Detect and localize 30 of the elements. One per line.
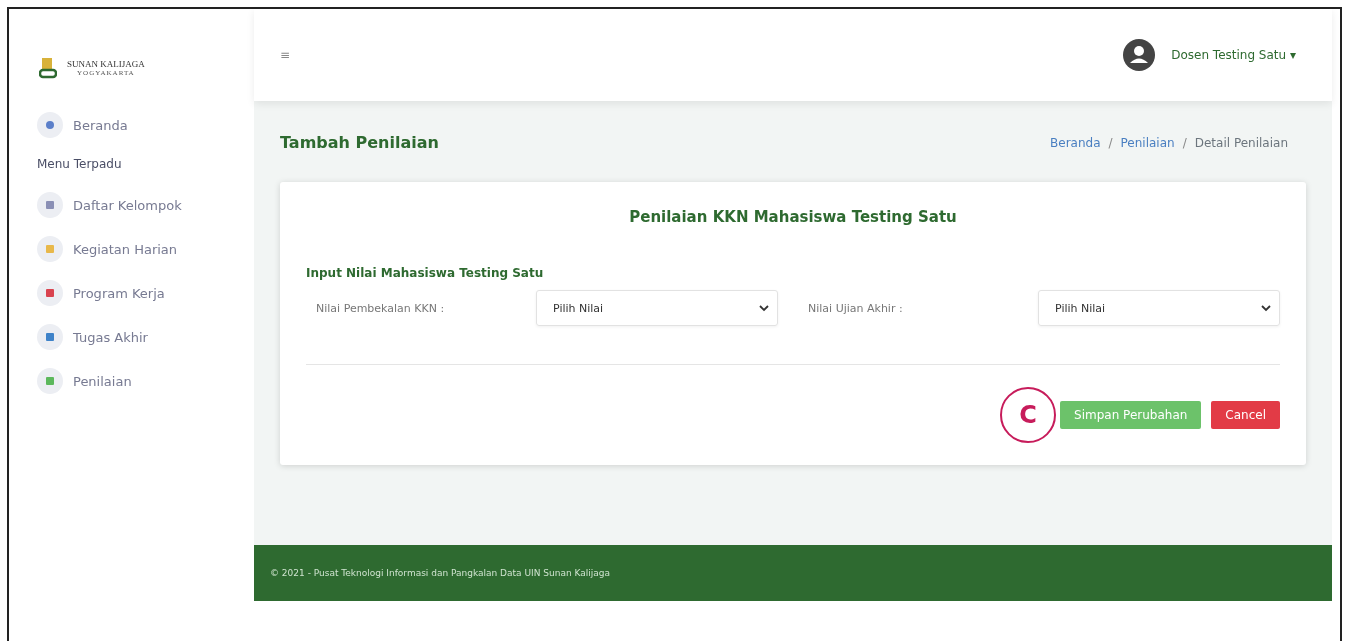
card-title: Penilaian KKN Mahasiswa Testing Satu bbox=[628, 208, 958, 226]
select-field[interactable]: Pilih Nilai bbox=[536, 290, 778, 326]
callout-label: C bbox=[1000, 387, 1057, 443]
sidebar-item[interactable]: Daftar Kelompok bbox=[73, 197, 182, 213]
footer-text: © 2021 - Pusat Teknologi Informasi dan Pangkalan Data UIN Sunan Kalijaga bbox=[270, 568, 610, 578]
sidebar-item[interactable]: Program Kerja bbox=[73, 285, 165, 301]
breadcrumb-separator: / bbox=[1182, 135, 1187, 150]
select-field[interactable]: Pilih Nilai bbox=[1038, 290, 1280, 326]
logo-name: SUNAN KALIJAGA bbox=[67, 59, 145, 69]
cancel-button[interactable]: Cancel bbox=[1211, 401, 1280, 429]
breadcrumb-item[interactable]: Beranda bbox=[1050, 135, 1101, 150]
sidebar-item[interactable]: Penilaian bbox=[73, 373, 132, 389]
breadcrumb-item[interactable]: Penilaian bbox=[1120, 135, 1175, 150]
chevron-down-icon bbox=[1261, 304, 1271, 312]
field-label: Nilai Ujian Akhir : bbox=[808, 301, 904, 315]
sidebar-item[interactable]: Tugas Akhir bbox=[73, 329, 148, 345]
user-avatar-icon bbox=[1123, 39, 1156, 71]
save-button[interactable]: Simpan Perubahan bbox=[1060, 401, 1202, 429]
field-label: Nilai Pembekalan KKN : bbox=[316, 301, 446, 315]
menu-toggle[interactable]: ≡ bbox=[280, 48, 291, 62]
breadcrumb-item: Detail Penilaian bbox=[1194, 135, 1288, 150]
section-title: Input Nilai Mahasiswa Testing Satu bbox=[306, 266, 545, 280]
breadcrumb-separator: / bbox=[1108, 135, 1113, 150]
sidebar-item[interactable]: Beranda bbox=[73, 117, 128, 133]
page-title: Tambah Penilaian bbox=[280, 133, 439, 152]
chevron-down-icon bbox=[759, 304, 769, 312]
user-menu[interactable]: Dosen Testing Satu ▾ bbox=[1171, 48, 1296, 62]
menu-heading: Menu Terpadu bbox=[37, 156, 123, 171]
sidebar-item[interactable]: Kegiatan Harian bbox=[73, 241, 178, 257]
logo-icon bbox=[39, 57, 57, 79]
